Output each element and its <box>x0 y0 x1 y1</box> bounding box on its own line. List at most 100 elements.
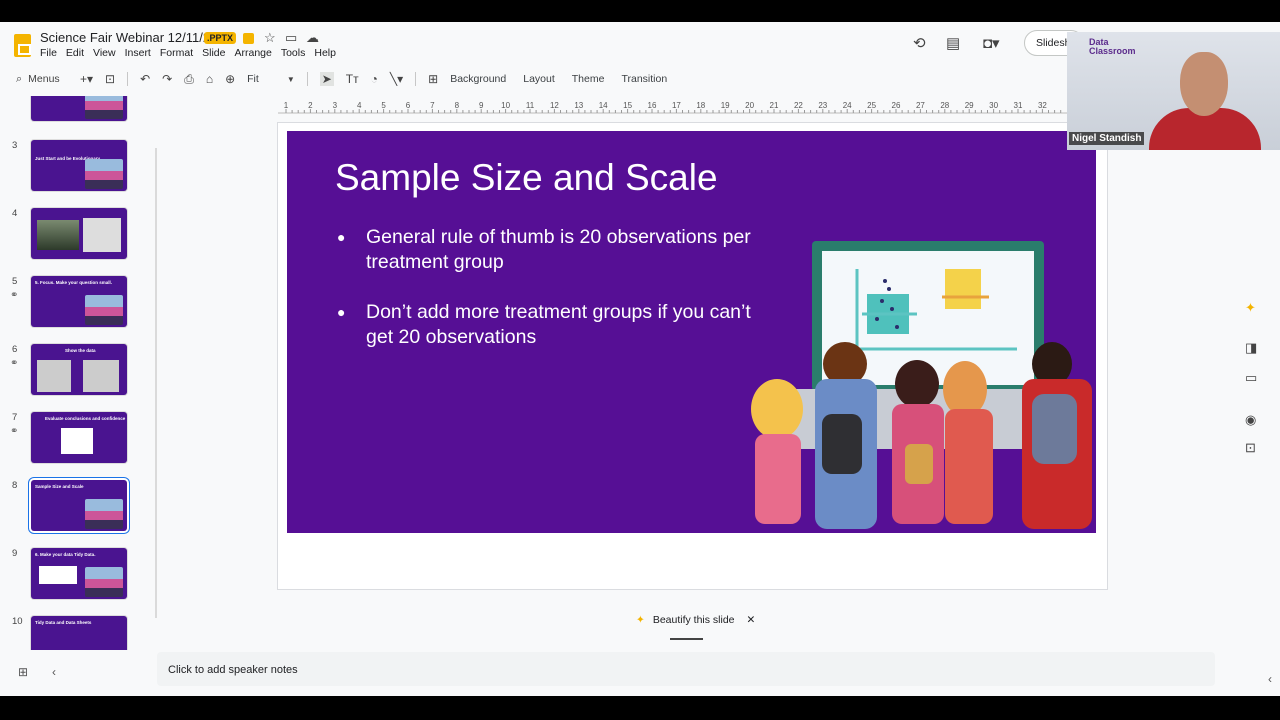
student-hair <box>751 379 803 439</box>
menu-help[interactable]: Help <box>314 47 336 59</box>
slide-thumbnail[interactable]: Tidy Data and Data Sheets <box>31 616 127 650</box>
zoom-icon[interactable]: ⊕ <box>225 72 235 86</box>
vertical-ruler[interactable] <box>147 148 157 618</box>
horizontal-ruler[interactable]: 1 2 3 4 5 6 7 8 9 10 11 12 13 14 15 16 17 18 19 20 21 22 23 24 2… <box>278 100 1068 114</box>
keep-notes-icon[interactable]: ◨ <box>1245 340 1257 356</box>
offline-icon[interactable] <box>243 33 254 44</box>
slide-bullet-list[interactable]: General rule of thumb is 20 observations… <box>337 225 777 375</box>
paint-format-icon[interactable]: ⌂ <box>206 72 213 86</box>
notes-drag-handle[interactable] <box>670 638 703 640</box>
slide-filmstrip[interactable]: 3 Just Start and be Evolutionary 4 5 ⚭ 5… <box>0 96 150 650</box>
move-folder-icon[interactable]: ▭ <box>285 30 297 46</box>
speaker-notes[interactable]: Click to add speaker notes <box>157 652 1215 686</box>
filmstrip-item[interactable]: 4 <box>0 208 150 268</box>
filmstrip-item[interactable]: 8 Sample Size and Scale <box>0 480 150 540</box>
sparkle-icon: ✦ <box>636 614 645 626</box>
menu-view[interactable]: View <box>93 47 116 59</box>
layout-picker-icon[interactable]: ⊡ <box>105 72 115 86</box>
slide-number: 7 <box>12 412 18 423</box>
slide-thumbnail[interactable]: Evaluate conclusions and confidence <box>31 412 127 463</box>
ruler-label: 14 <box>599 101 608 110</box>
ruler-label: 32 <box>1038 101 1047 110</box>
ruler-label: 25 <box>867 101 876 110</box>
layout-button[interactable]: Layout <box>523 73 555 85</box>
thumbnail-title: 6. Make your data Tidy Data. <box>35 552 96 557</box>
folder-icon[interactable]: ▭ <box>1245 370 1257 386</box>
background-button[interactable]: Background <box>450 73 506 85</box>
filmstrip-item[interactable]: 7 ⚭ Evaluate conclusions and confidence <box>0 412 150 472</box>
speaker-notes-placeholder[interactable]: Click to add speaker notes <box>168 664 298 676</box>
menu-edit[interactable]: Edit <box>66 47 84 59</box>
filmstrip-item[interactable]: 3 Just Start and be Evolutionary <box>0 140 150 200</box>
line-icon[interactable]: ╲▾ <box>390 72 403 86</box>
menus-search[interactable]: ⌕ Menus <box>10 73 80 86</box>
video-add-icon[interactable]: ⊡ <box>1245 440 1256 456</box>
ruler-label: 6 <box>406 101 411 110</box>
students-illustration[interactable] <box>727 239 1096 533</box>
toolbar-divider <box>306 72 308 86</box>
link-icon: ⚭ <box>10 290 19 301</box>
new-slide-icon[interactable]: +▾ <box>80 72 93 86</box>
beautify-label[interactable]: Beautify this slide <box>653 614 735 626</box>
link-icon: ⚭ <box>10 426 19 437</box>
filmstrip-item[interactable]: 9 6. Make your data Tidy Data. <box>0 548 150 608</box>
ruler-label: 27 <box>916 101 925 110</box>
transition-button[interactable]: Transition <box>621 73 667 85</box>
theme-button[interactable]: Theme <box>572 73 605 85</box>
gemini-sparkle-icon[interactable]: ✦ <box>1245 300 1256 316</box>
menu-format[interactable]: Format <box>160 47 193 59</box>
text-box-icon[interactable]: Tт <box>346 72 359 86</box>
slide-thumbnail[interactable]: 6. Make your data Tidy Data. <box>31 548 127 599</box>
collapse-panel-icon[interactable]: ‹ <box>52 665 56 679</box>
filmstrip-item[interactable]: 10 Tidy Data and Data Sheets <box>0 616 150 650</box>
slide-number: 5 <box>12 276 18 287</box>
menu-slide[interactable]: Slide <box>202 47 225 59</box>
slide-title[interactable]: Sample Size and Scale <box>335 157 718 199</box>
chevron-down-icon[interactable]: ▼ <box>287 75 295 84</box>
comment-add-icon[interactable]: ⊞ <box>428 72 438 86</box>
comments-icon[interactable]: ▤ <box>946 34 960 52</box>
menu-tools[interactable]: Tools <box>281 47 306 59</box>
bullet-item[interactable]: General rule of thumb is 20 observations… <box>337 225 777 274</box>
shape-icon[interactable]: ◔ <box>371 72 378 86</box>
filmstrip-item[interactable]: 5 ⚭ 5. Focus. Make your question small. <box>0 276 150 336</box>
slide-number: 6 <box>12 344 18 355</box>
slide-thumbnail[interactable] <box>31 96 127 121</box>
slide-number: 10 <box>12 616 23 627</box>
slides-logo-icon[interactable] <box>14 34 31 57</box>
ruler-label: 3 <box>333 101 338 110</box>
zoom-select[interactable]: Fit <box>247 73 259 85</box>
bullet-item[interactable]: Don’t add more treatment groups if you c… <box>337 300 777 349</box>
thumbnail-title: Show the data <box>65 348 96 353</box>
slide-thumbnail[interactable] <box>31 208 127 259</box>
menu-arrange[interactable]: Arrange <box>234 47 271 59</box>
star-icon[interactable]: ☆ <box>264 30 276 46</box>
undo-icon[interactable]: ↶ <box>140 72 150 86</box>
slide-thumbnail[interactable]: Show the data <box>31 344 127 395</box>
thumbnail-photo <box>83 218 121 252</box>
slide-thumbnail[interactable]: 5. Focus. Make your question small. <box>31 276 127 327</box>
slide-thumbnail[interactable]: Just Start and be Evolutionary <box>31 140 127 191</box>
select-cursor-icon[interactable]: ➤ <box>319 72 334 86</box>
thumbnail-chart <box>37 360 71 392</box>
slide-thumbnail-selected[interactable]: Sample Size and Scale <box>31 480 127 531</box>
meet-camera-icon[interactable]: ◘▾ <box>983 34 1000 52</box>
presenter-name: Nigel Standish <box>1069 132 1145 145</box>
brand-line-2: Classroom <box>1089 46 1136 56</box>
menu-file[interactable]: File <box>40 47 57 59</box>
record-icon[interactable]: ◉ <box>1245 412 1256 428</box>
menu-insert[interactable]: Insert <box>125 47 151 59</box>
close-icon[interactable]: ✕ <box>747 614 756 626</box>
menus-search-label: Menus <box>28 73 60 85</box>
filmstrip-item[interactable]: 6 ⚭ Show the data <box>0 344 150 404</box>
version-history-icon[interactable]: ⟲ <box>913 34 926 52</box>
ruler-label: 17 <box>672 101 681 110</box>
expand-side-panel-icon[interactable]: ‹ <box>1268 672 1272 686</box>
redo-icon[interactable]: ↷ <box>162 72 172 86</box>
print-icon[interactable]: ⎙ <box>184 72 194 87</box>
slide-canvas[interactable]: Sample Size and Scale General rule of th… <box>287 131 1096 533</box>
grid-view-icon[interactable]: ⊞ <box>18 665 28 679</box>
document-title[interactable]: Science Fair Webinar 12/11/25 <box>40 30 217 45</box>
beautify-chip[interactable]: ✦ Beautify this slide ✕ <box>628 608 764 632</box>
cloud-status-icon[interactable]: ☁ <box>306 30 319 46</box>
